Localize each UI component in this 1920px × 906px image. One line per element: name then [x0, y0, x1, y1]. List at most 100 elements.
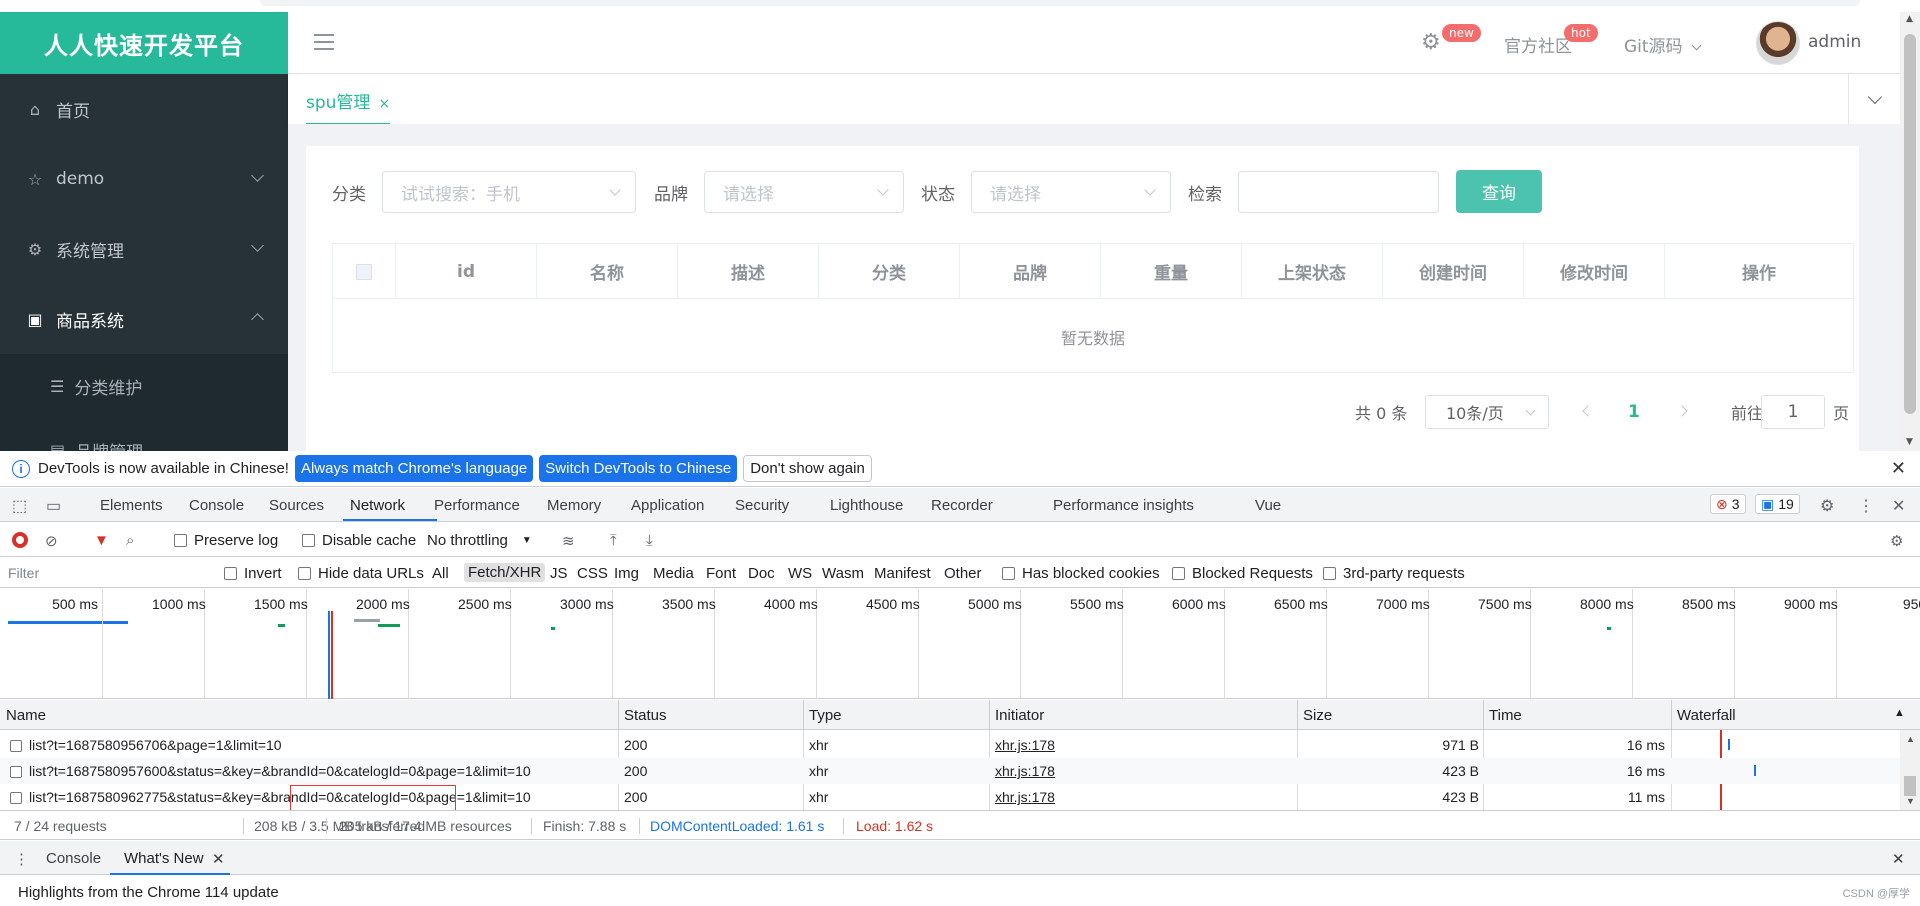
scrollbar-thumb[interactable] — [1904, 776, 1916, 796]
filter-type-all[interactable]: All — [432, 565, 449, 582]
error-count-badge[interactable]: ⊗ 3 — [1710, 494, 1746, 514]
drawer-tab-whats-new[interactable]: What's New — [124, 850, 204, 867]
close-devtools-icon[interactable]: ✕ — [1892, 496, 1905, 516]
sidebar-item-brand[interactable]: ▤ 品牌管理 — [0, 418, 288, 452]
network-conditions-icon[interactable]: ≋ — [562, 532, 575, 550]
category-select[interactable]: 试试搜索：手机 — [382, 171, 636, 213]
select-all-checkbox[interactable] — [356, 263, 372, 280]
gear-icon[interactable]: ⚙ — [1421, 30, 1441, 55]
request-initiator[interactable]: xhr.js:178 — [995, 737, 1055, 753]
search-input[interactable] — [1238, 171, 1439, 213]
page-scrollbar[interactable]: ▲ ▼ — [1900, 12, 1920, 451]
invert-checkbox[interactable]: Invert — [224, 565, 282, 582]
hide-data-urls-checkbox[interactable]: Hide data URLs — [298, 565, 424, 582]
throttling-select[interactable]: No throttling ▼ — [427, 532, 532, 549]
dont-show-again-button[interactable]: Don't show again — [743, 455, 872, 482]
settings-gear-icon[interactable]: ⚙ — [1820, 496, 1834, 516]
filter-type-wasm[interactable]: Wasm — [822, 565, 864, 582]
filter-type-doc[interactable]: Doc — [748, 565, 775, 582]
clear-icon[interactable]: ⊘ — [45, 532, 58, 550]
request-row[interactable]: list?t=1687580956706&page=1&limit=10 200… — [0, 732, 1900, 758]
tab-performance-insights[interactable]: Performance insights — [1053, 497, 1194, 514]
tab-menu-button[interactable] — [1848, 74, 1900, 124]
inspect-element-icon[interactable]: ⬚ — [12, 496, 27, 516]
tab-spu[interactable]: spu管理 × — [306, 88, 391, 125]
close-drawer-icon[interactable]: ✕ — [1892, 850, 1905, 868]
request-row[interactable]: list?t=1687580962775&status=&key=&brandI… — [0, 784, 1900, 811]
filter-type-css[interactable]: CSS — [577, 565, 608, 582]
goto-page-input[interactable]: 1 — [1761, 395, 1825, 429]
request-row[interactable]: list?t=1687580957600&status=&key=&brandI… — [0, 758, 1900, 784]
status-select[interactable]: 请选择 — [971, 171, 1171, 213]
filter-icon[interactable]: ▼ — [94, 532, 109, 549]
drawer-menu-icon[interactable]: ⋮ — [14, 850, 29, 868]
filter-type-manifest[interactable]: Manifest — [874, 565, 931, 582]
network-settings-icon[interactable]: ⚙ — [1890, 532, 1903, 550]
record-icon[interactable] — [12, 532, 28, 548]
close-icon[interactable]: ✕ — [1891, 458, 1906, 479]
column-header[interactable]: Size — [1303, 707, 1332, 724]
filter-type-media[interactable]: Media — [653, 565, 694, 582]
avatar[interactable] — [1756, 21, 1800, 65]
column-header[interactable]: Name — [6, 707, 46, 724]
request-initiator[interactable]: xhr.js:178 — [995, 763, 1055, 779]
tab-vue[interactable]: Vue — [1255, 497, 1281, 514]
column-header[interactable]: Time — [1489, 707, 1522, 724]
requests-scrollbar[interactable]: ▲ ▼ — [1900, 730, 1920, 810]
tab-network[interactable]: Network — [350, 497, 405, 514]
filter-type-ws[interactable]: WS — [788, 565, 812, 582]
switch-chinese-button[interactable]: Switch DevTools to Chinese — [539, 455, 738, 482]
tab-memory[interactable]: Memory — [547, 497, 601, 514]
upload-icon[interactable]: ⤒ — [610, 532, 617, 549]
sidebar-item-demo[interactable]: ☆ demo — [0, 144, 288, 214]
scroll-down-icon[interactable]: ▼ — [1906, 437, 1913, 447]
tab-elements[interactable]: Elements — [100, 497, 163, 514]
filter-type-other[interactable]: Other — [944, 565, 982, 582]
scrollbar-thumb[interactable] — [1904, 34, 1916, 414]
brand-select[interactable]: 请选择 — [704, 171, 904, 213]
filter-type-fetch-xhr[interactable]: Fetch/XHR — [464, 563, 546, 582]
tab-application[interactable]: Application — [631, 497, 704, 514]
close-icon[interactable]: ✕ — [212, 850, 225, 868]
column-header[interactable]: Initiator — [995, 707, 1044, 724]
sidebar-item-home[interactable]: ⌂ 首页 — [0, 74, 288, 144]
current-page[interactable]: 1 — [1628, 402, 1640, 422]
match-language-button[interactable]: Always match Chrome's language — [294, 455, 534, 482]
request-initiator[interactable]: xhr.js:178 — [995, 789, 1055, 805]
column-header[interactable]: Waterfall — [1677, 707, 1736, 724]
tab-security[interactable]: Security — [735, 497, 789, 514]
filter-type-js[interactable]: JS — [550, 565, 568, 582]
message-count-badge[interactable]: ▣ 19 — [1755, 494, 1800, 514]
blocked-cookies-checkbox[interactable]: Has blocked cookies — [1002, 565, 1160, 582]
scroll-up-icon[interactable]: ▲ — [1906, 14, 1913, 24]
row-checkbox[interactable] — [10, 766, 22, 778]
sidebar-item-goods[interactable]: ▣ 商品系统 — [0, 284, 288, 354]
scroll-up-icon[interactable]: ▲ — [1906, 734, 1915, 744]
user-name[interactable]: admin — [1808, 32, 1861, 52]
row-checkbox[interactable] — [10, 792, 22, 804]
menu-toggle-icon[interactable] — [314, 34, 334, 50]
filter-type-font[interactable]: Font — [706, 565, 736, 582]
third-party-checkbox[interactable]: 3rd-party requests — [1323, 565, 1465, 582]
tab-recorder[interactable]: Recorder — [931, 497, 993, 514]
drawer-tab-console[interactable]: Console — [46, 850, 101, 867]
filter-type-img[interactable]: Img — [614, 565, 639, 582]
scroll-down-icon[interactable]: ▼ — [1906, 796, 1915, 806]
download-icon[interactable]: ⤓ — [646, 532, 653, 549]
filter-input[interactable]: Filter — [0, 560, 210, 586]
tab-lighthouse[interactable]: Lighthouse — [830, 497, 903, 514]
sidebar-item-category[interactable]: ☰ 分类维护 — [0, 354, 288, 418]
community-link[interactable]: 官方社区 — [1504, 32, 1572, 57]
network-overview-timeline[interactable]: 500 ms 1000 ms 1500 ms 2000 ms 2500 ms 3000 m… — [0, 589, 1920, 699]
tab-performance[interactable]: Performance — [434, 497, 520, 514]
tab-sources[interactable]: Sources — [269, 497, 324, 514]
disable-cache-checkbox[interactable]: Disable cache — [302, 532, 416, 549]
column-header[interactable]: Status — [624, 707, 667, 724]
row-checkbox[interactable] — [10, 740, 22, 752]
column-header[interactable]: Type — [809, 707, 842, 724]
more-options-icon[interactable]: ⋮ — [1858, 496, 1874, 516]
page-size-select[interactable]: 10条/页 — [1425, 395, 1549, 429]
query-button[interactable]: 查询 — [1456, 170, 1542, 213]
git-source-link[interactable]: Git源码 — [1624, 32, 1702, 57]
sidebar-item-system[interactable]: ⚙ 系统管理 — [0, 214, 288, 284]
